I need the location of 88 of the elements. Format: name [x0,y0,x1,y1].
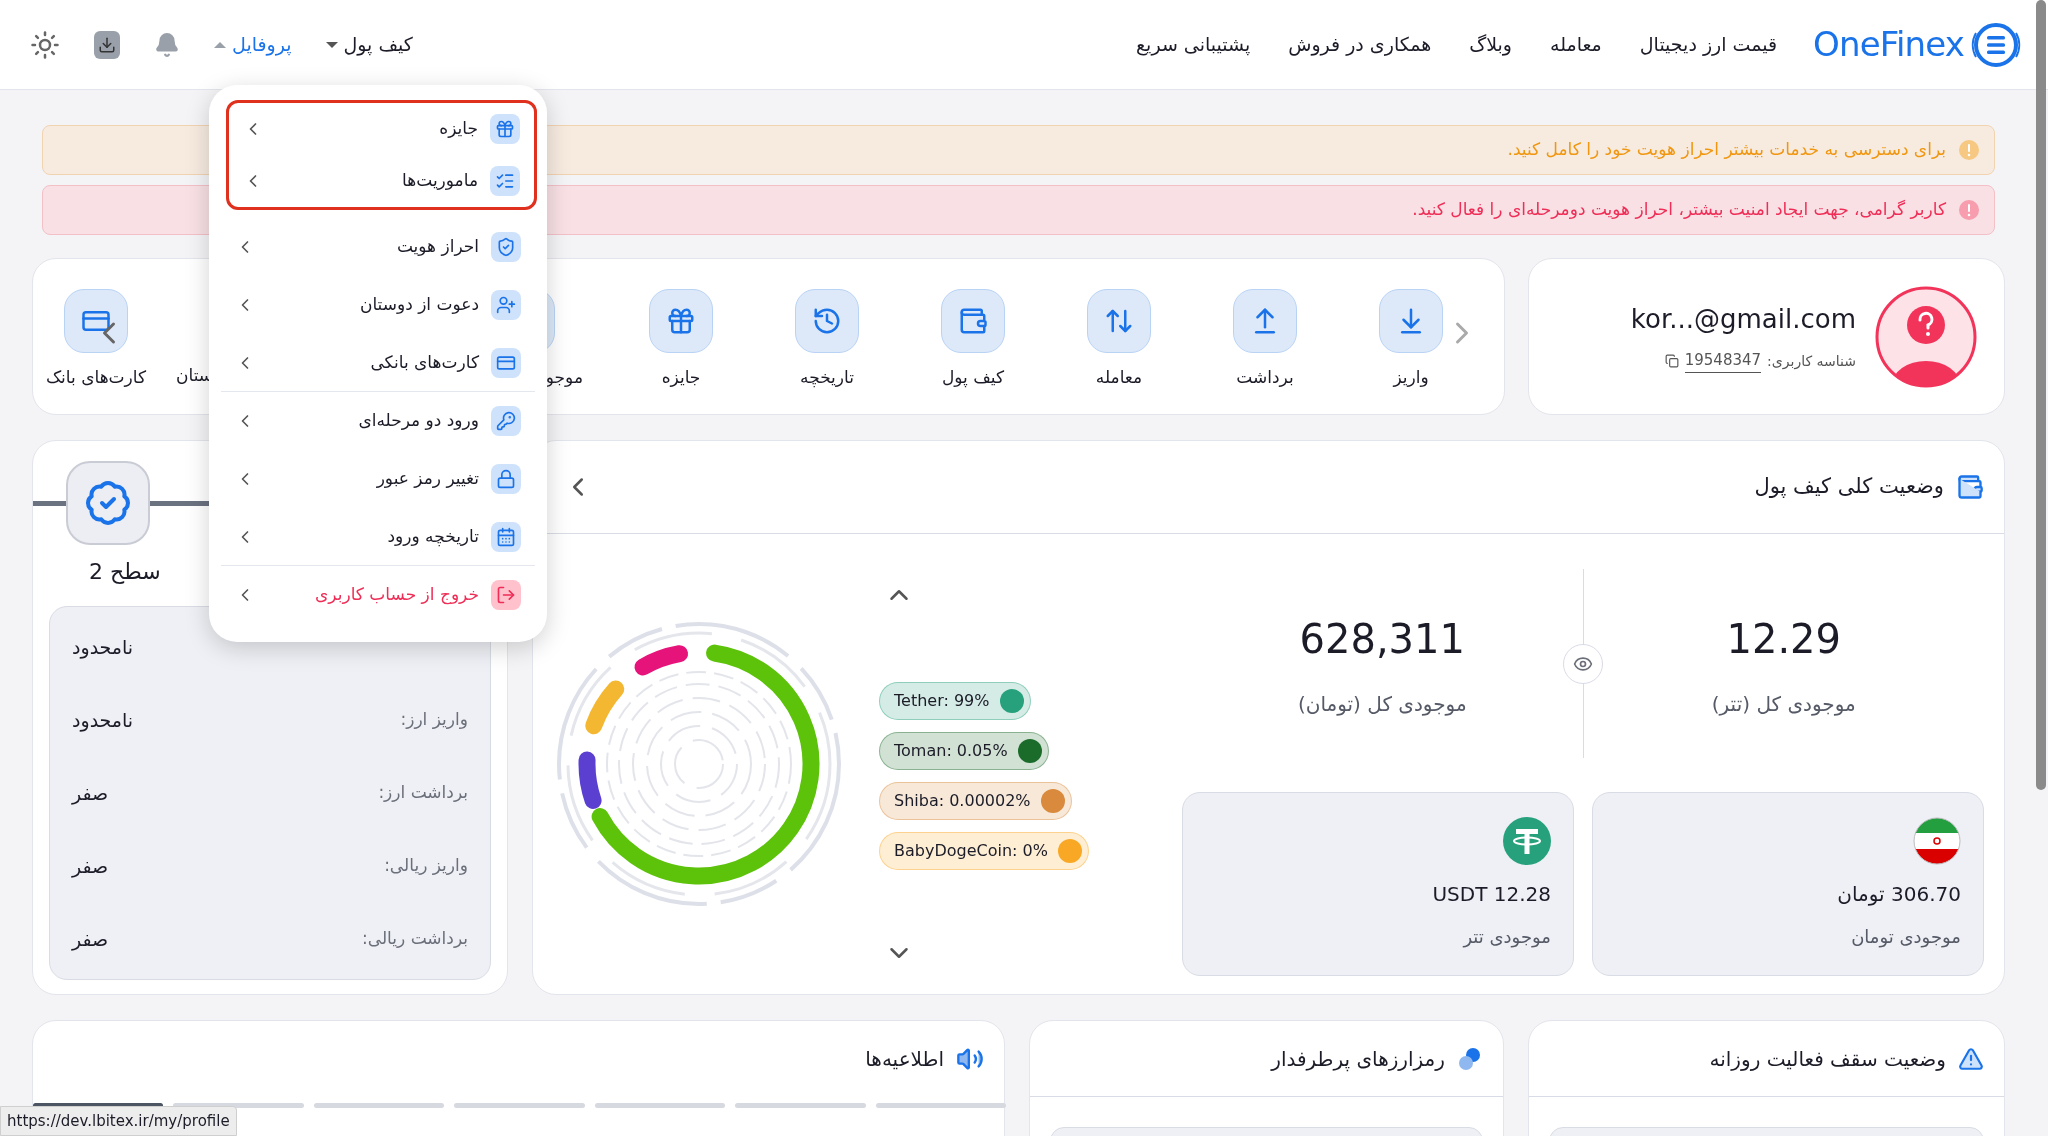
card-down-icon [1379,289,1443,353]
key-icon [491,405,521,436]
caret-icon [325,41,338,48]
credit-card-icon [491,347,521,378]
card-title: رمزارزهای پرطرفدار [1271,1045,1445,1074]
legend-chip: BabyDogeCoin: 0% [879,832,1089,870]
legend-chip: Shiba: 0.00002% [879,782,1072,820]
limit-label: واریز ارز: [400,708,468,732]
lock-icon [491,463,521,494]
card-up-icon [1233,289,1297,353]
download-icon[interactable] [94,30,120,59]
legend-chip: Tether: 99% [879,682,1031,720]
card-title: وضعیت سقف فعالیت روزانه [1709,1045,1946,1073]
limit-label: برداشت ریالی: [362,927,468,951]
shield-icon [491,231,521,262]
nav-menu[interactable]: پروفایل [214,30,292,59]
limit-value: نامحدود [72,707,134,734]
card-title: وضعیت کلی کیف پول [1754,473,1944,501]
bell-icon[interactable] [154,31,180,58]
alert-icon [1958,139,1980,161]
menu-item[interactable]: خروج از حساب کاربری [221,566,535,624]
wallet-icon [1956,473,1984,501]
brand-name: OneFinex [1813,23,1964,66]
total-label: موجودی کل (تتر) [1711,690,1856,718]
legend-chip: Toman: 0.05% [879,732,1049,770]
balance-label: موجودی تتر [1463,925,1551,950]
menu-item[interactable]: جایزه [229,103,534,155]
status-url: https://dev.lbitex.ir/my/profile [0,1105,237,1136]
theme-toggle-icon[interactable] [30,29,60,60]
balance-amount: 306.70 تومان [1837,881,1961,908]
menu-item[interactable]: احراز هویت [221,218,535,276]
alert-text: برای دسترسی به خدمات بیشتر احراز هویت خود را کامل کنید. [1507,138,1946,162]
quick-action[interactable]: تاریخچه [754,259,900,414]
nav-link[interactable]: پشتیبانی سریع [1136,30,1251,59]
quick-action[interactable]: معامله [1046,259,1192,414]
quick-action[interactable]: جایزه [608,259,754,414]
user-id: 19548347 [1684,349,1762,373]
quick-action[interactable]: واریز [1338,259,1484,414]
nav-link[interactable]: معامله [1550,30,1602,59]
quick-action[interactable]: کیف پول [900,259,1046,414]
logout-icon [491,579,521,610]
total-label: موجودی کل (تومان) [1297,690,1467,718]
calendar-icon [491,521,521,552]
total-value: 628,311 [1299,614,1465,664]
card-title: اطلاعیه‌ها [865,1046,944,1073]
limit-value: نامحدود [72,634,134,661]
balance-label: موجودی تومان [1851,925,1961,950]
scrollbar[interactable] [2036,0,2046,790]
verified-user-icon [84,479,132,527]
caret-icon [214,41,226,48]
checklist-icon [490,165,520,196]
limit-value: صفر [72,853,109,880]
user-id-label: شناسه کاربری: [1767,351,1856,372]
arrows-icon [1087,289,1151,353]
warning-icon [1958,1045,1984,1072]
nav-link[interactable]: وبلاگ [1469,30,1512,59]
limit-value: صفر [72,780,109,807]
avatar-icon [1874,284,1978,389]
menu-item[interactable]: کارت‌های بانکی [221,334,535,392]
nav-menu[interactable]: کیف پول [325,30,413,59]
credit-card-icon [64,289,128,353]
alert-icon [1958,199,1980,221]
alert-text: کاربر گرامی، جهت ایجاد امنیت بیشتر، احراز هویت دومرحله‌ای را فعال کنید. [1412,198,1946,222]
clock-icon [795,289,859,353]
tether-coin-icon [1503,817,1551,865]
copy-icon[interactable] [1664,354,1679,368]
level-label: سطح 2 [89,558,161,586]
balance-amount: USDT 12.28 [1432,881,1551,908]
wallet-icon [941,289,1005,353]
quick-action[interactable]: کارت‌های بانک [36,259,156,414]
user-plus-icon [491,289,521,320]
nav-link[interactable]: همکاری در فروش [1288,30,1432,59]
menu-item[interactable]: ورود دو مرحله‌ای [221,392,535,450]
gift-icon [490,113,520,144]
menu-item[interactable]: ماموریت‌ها [229,155,534,207]
menu-item[interactable]: دعوت از دوستان [221,276,535,334]
limit-value: صفر [72,926,109,953]
flag-icon [1913,817,1961,865]
gift-icon [649,289,713,353]
menu-item[interactable]: تغییر رمز عبور [221,450,535,508]
quick-action[interactable]: برداشت [1192,259,1338,414]
nav-link[interactable]: قیمت ارز دیجیتال [1639,30,1778,59]
menu-item[interactable]: تاریخچه ورود [221,508,535,566]
eye-toggle-button[interactable] [1563,643,1603,684]
limit-label: واریز ریالی: [384,854,468,878]
user-email: kor...@gmail.com [1630,303,1856,337]
total-value: 12.29 [1726,614,1841,664]
limit-label: برداشت ارز: [378,781,468,805]
